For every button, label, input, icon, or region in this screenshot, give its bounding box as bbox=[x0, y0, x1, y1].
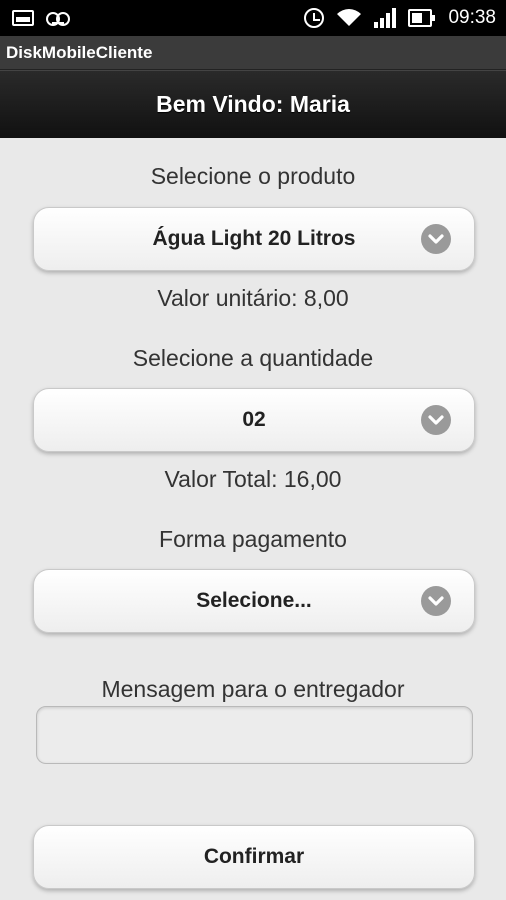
quantity-selected-value: 02 bbox=[242, 408, 266, 431]
product-label: Selecione o produto bbox=[150, 163, 356, 189]
status-right: 09:38 bbox=[304, 7, 496, 29]
status-time: 09:38 bbox=[448, 7, 496, 28]
image-icon bbox=[12, 10, 34, 26]
product-selected-value: Água Light 20 Litros bbox=[152, 227, 356, 250]
chevron-down-icon bbox=[421, 405, 451, 435]
wifi-icon bbox=[337, 9, 362, 26]
unit-price-text: Valor unitário: 8,00 bbox=[157, 285, 349, 311]
payment-label: Forma pagamento bbox=[159, 526, 347, 552]
product-select[interactable]: Água Light 20 Litros bbox=[33, 207, 475, 271]
page-title: Bem Vindo: Maria bbox=[0, 70, 506, 138]
message-label: Mensagem para o entregador bbox=[101, 676, 405, 702]
payment-select[interactable]: Selecione... bbox=[33, 569, 475, 633]
app-title: DiskMobileCliente bbox=[0, 36, 506, 70]
signal-icon bbox=[374, 8, 397, 28]
status-left bbox=[12, 10, 70, 26]
payment-selected-value: Selecione... bbox=[196, 589, 312, 612]
voicemail-icon bbox=[46, 12, 70, 26]
alarm-icon bbox=[304, 8, 325, 28]
confirm-button[interactable]: Confirmar bbox=[33, 825, 475, 889]
quantity-select[interactable]: 02 bbox=[33, 388, 475, 452]
message-field[interactable] bbox=[36, 706, 473, 764]
battery-icon bbox=[408, 9, 436, 27]
status-bar: 09:38 bbox=[0, 0, 506, 36]
chevron-down-icon bbox=[421, 586, 451, 616]
chevron-down-icon bbox=[421, 224, 451, 254]
quantity-label: Selecione a quantidade bbox=[132, 345, 374, 371]
total-value-text: Valor Total: 16,00 bbox=[164, 466, 342, 492]
